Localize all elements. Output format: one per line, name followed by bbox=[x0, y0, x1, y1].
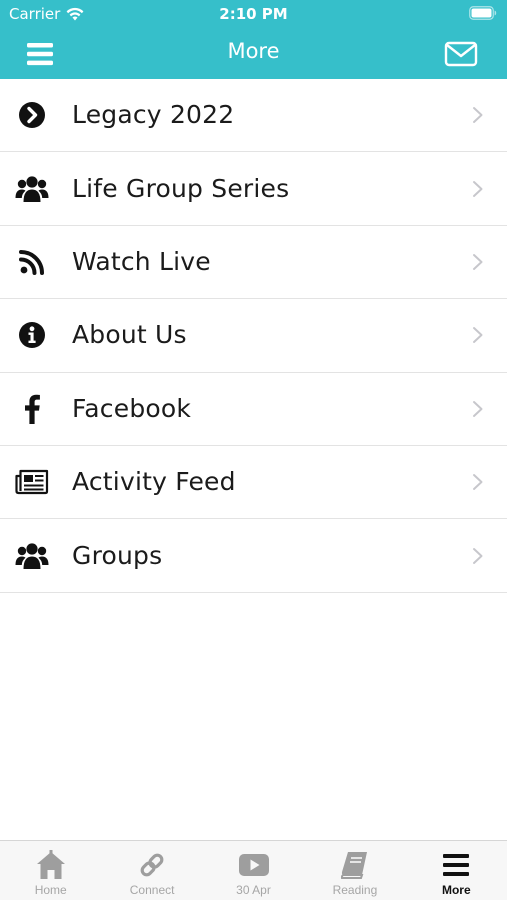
tab-label: 30 Apr bbox=[236, 883, 271, 897]
tab-reading[interactable]: Reading bbox=[304, 841, 405, 900]
menu-item-label: Legacy 2022 bbox=[72, 100, 235, 130]
menu-item-groups[interactable]: Groups bbox=[0, 519, 507, 593]
mail-button[interactable] bbox=[444, 40, 478, 68]
tab-connect[interactable]: Connect bbox=[101, 841, 202, 900]
tab-bar: Home Connect 30 Apr Reading More bbox=[0, 840, 507, 900]
menu-icon bbox=[439, 849, 473, 881]
menu-item-label: Activity Feed bbox=[72, 467, 236, 497]
chevron-circle-right-icon bbox=[14, 97, 50, 133]
users-icon bbox=[14, 171, 50, 207]
nav-bar: More bbox=[0, 28, 507, 79]
home-icon bbox=[34, 849, 68, 881]
chevron-right-icon bbox=[473, 400, 483, 417]
tab-label: Home bbox=[34, 883, 67, 897]
tab-home[interactable]: Home bbox=[0, 841, 101, 900]
tab-label: Connect bbox=[129, 883, 175, 897]
chevron-right-icon bbox=[473, 327, 483, 344]
menu-item-facebook[interactable]: Facebook bbox=[0, 372, 507, 446]
more-menu-list: Legacy 2022 Life Group Series Watch Live… bbox=[0, 79, 507, 593]
users-icon bbox=[14, 538, 50, 574]
menu-item-label: Groups bbox=[72, 540, 163, 570]
status-bar: Carrier 2:10 PM bbox=[0, 0, 507, 28]
rss-icon bbox=[14, 244, 50, 280]
menu-item-label: Life Group Series bbox=[72, 173, 290, 203]
tab-more[interactable]: More bbox=[406, 841, 507, 900]
tab-label: More bbox=[441, 883, 471, 897]
book-icon bbox=[338, 849, 372, 881]
status-time: 2:10 PM bbox=[219, 5, 288, 23]
chevron-right-icon bbox=[473, 474, 483, 491]
chevron-right-icon bbox=[473, 107, 483, 124]
menu-item-about-us[interactable]: About Us bbox=[0, 299, 507, 373]
envelope-icon bbox=[444, 41, 478, 67]
chevron-right-icon bbox=[473, 547, 483, 564]
link-icon bbox=[135, 849, 169, 881]
menu-item-label: Facebook bbox=[72, 393, 192, 423]
menu-item-legacy-2022[interactable]: Legacy 2022 bbox=[0, 79, 507, 153]
battery-icon bbox=[469, 6, 497, 24]
chevron-right-icon bbox=[473, 180, 483, 197]
menu-item-activity-feed[interactable]: Activity Feed bbox=[0, 445, 507, 520]
tab-label: Reading bbox=[332, 883, 378, 897]
play-icon bbox=[237, 849, 271, 881]
tab-30-apr[interactable]: 30 Apr bbox=[203, 841, 304, 900]
info-circle-icon bbox=[14, 317, 50, 353]
menu-item-watch-live[interactable]: Watch Live bbox=[0, 225, 507, 300]
newspaper-icon bbox=[14, 464, 50, 500]
app-header: Carrier 2:10 PM More bbox=[0, 0, 507, 79]
page-title: More bbox=[227, 39, 280, 63]
facebook-icon bbox=[14, 391, 50, 427]
menu-item-label: Watch Live bbox=[72, 246, 211, 276]
menu-item-life-group-series[interactable]: Life Group Series bbox=[0, 152, 507, 226]
chevron-right-icon bbox=[473, 253, 483, 270]
menu-item-label: About Us bbox=[72, 320, 187, 350]
